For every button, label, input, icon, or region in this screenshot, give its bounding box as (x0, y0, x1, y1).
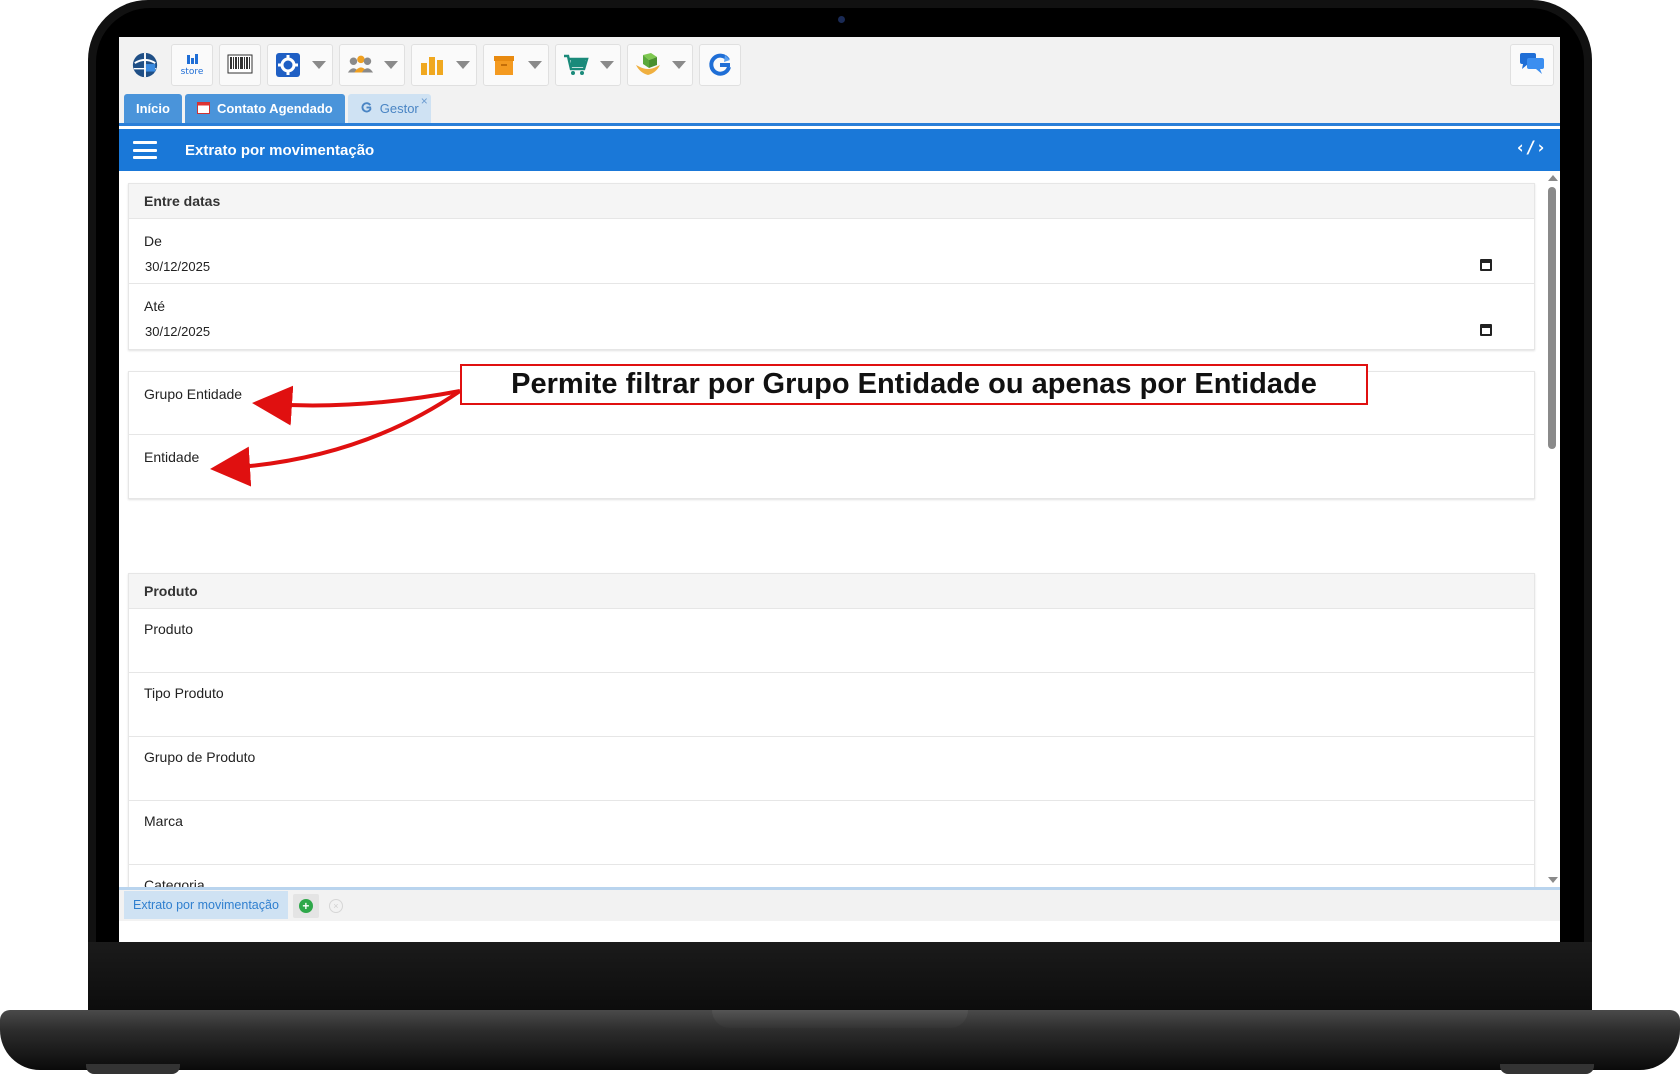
calendar-icon[interactable] (1480, 259, 1492, 271)
product-type-field[interactable]: Tipo Produto (129, 673, 1534, 737)
date-from-value[interactable]: 30/12/2025 (145, 259, 210, 274)
refresh-button[interactable] (699, 44, 741, 86)
chevron-down-icon (528, 61, 542, 69)
brand-label: Marca (144, 813, 183, 829)
add-tab-button[interactable]: + (292, 893, 319, 918)
store-button[interactable]: store (171, 44, 213, 86)
main-toolbar: store (119, 37, 1560, 93)
scrollbar[interactable] (1544, 171, 1560, 887)
calendar-icon (196, 101, 210, 117)
settings-button[interactable] (267, 44, 333, 86)
refresh-icon (706, 51, 734, 79)
page-title: Extrato por movimentação (185, 141, 375, 159)
product-panel: Produto Produto Tipo Produto Grupo de Pr… (128, 573, 1535, 887)
entity-field[interactable]: Entidade (129, 435, 1534, 498)
svg-text:store: store (181, 67, 204, 77)
cart-icon (562, 51, 590, 79)
globe-icon (131, 51, 159, 79)
cart-button[interactable] (555, 44, 621, 86)
box-icon (490, 51, 518, 79)
category-label: Categoria (144, 877, 205, 887)
globe-logo-button[interactable] (125, 44, 165, 86)
bar-chart-icon (418, 51, 446, 79)
date-from-field[interactable]: De 30/12/2025 (129, 219, 1534, 284)
date-to-field[interactable]: Até 30/12/2025 (129, 284, 1534, 349)
date-to-value[interactable]: 30/12/2025 (145, 324, 210, 339)
product-field[interactable]: Produto (129, 609, 1534, 673)
chat-button[interactable] (1510, 44, 1554, 86)
category-field[interactable]: Categoria (129, 865, 1534, 887)
group-entity-label: Grupo Entidade (144, 386, 243, 402)
product-label: Produto (144, 621, 194, 637)
boleto-button[interactable] (219, 44, 261, 86)
product-type-label: Tipo Produto (144, 685, 224, 701)
dates-panel: Entre datas De 30/12/2025 Até 30/12/2025 (128, 183, 1535, 350)
close-all-icon[interactable]: × (328, 898, 343, 913)
close-icon[interactable]: × (421, 94, 428, 108)
code-icon[interactable]: ‹/› (1515, 138, 1546, 158)
camera (838, 16, 845, 23)
date-to-label: Até (144, 298, 166, 314)
inventory-button[interactable] (483, 44, 549, 86)
tab-label: Início (136, 101, 170, 116)
laptop-foot-left (86, 1064, 180, 1074)
bottom-tab-current[interactable]: Extrato por movimentação (124, 890, 288, 919)
scroll-thumb[interactable] (1548, 187, 1556, 449)
filter-form: Entre datas De 30/12/2025 Até 30/12/2025… (119, 171, 1560, 887)
tab-label: Contato Agendado (216, 101, 333, 116)
laptop-notch (712, 1010, 968, 1028)
chevron-down-icon (384, 61, 398, 69)
tab-gestor[interactable]: Gestor × (347, 94, 431, 123)
date-from-label: De (144, 233, 162, 249)
tab-bar: Início Contato Agendado Gestor × (119, 93, 1560, 126)
brand-field[interactable]: Marca (129, 801, 1534, 865)
gear-icon (274, 51, 302, 79)
scroll-down-icon[interactable] (1548, 877, 1558, 883)
reports-button[interactable] (411, 44, 477, 86)
scroll-up-icon[interactable] (1548, 175, 1558, 181)
chevron-down-icon (312, 61, 326, 69)
product-panel-title: Produto (129, 574, 1534, 609)
plus-icon: + (298, 898, 313, 913)
entity-label: Entidade (144, 449, 200, 465)
calendar-icon[interactable] (1480, 324, 1492, 336)
app-screen: store Início Contato Agendado Gestor × E… (119, 37, 1560, 942)
refresh-icon (360, 101, 373, 117)
products-button[interactable] (627, 44, 693, 86)
annotation-callout: Permite filtrar por Grupo Entidade ou ap… (460, 364, 1368, 405)
product-group-label: Grupo de Produto (144, 749, 256, 765)
users-icon (346, 51, 374, 79)
users-button[interactable] (339, 44, 405, 86)
product-group-field[interactable]: Grupo de Produto (129, 737, 1534, 801)
chevron-down-icon (456, 61, 470, 69)
tab-contato-agendado[interactable]: Contato Agendado (184, 94, 345, 123)
bottom-tab-bar: Extrato por movimentação + × (119, 887, 1560, 921)
chevron-down-icon (600, 61, 614, 69)
tab-inicio[interactable]: Início (124, 94, 182, 123)
tab-label: Gestor (379, 101, 419, 116)
hamburger-icon[interactable] (133, 141, 157, 159)
barcode-icon (226, 51, 254, 79)
hand-box-icon (634, 51, 662, 79)
dates-panel-title: Entre datas (129, 184, 1534, 219)
laptop-chin (88, 942, 1592, 1012)
chat-icon (1518, 50, 1546, 81)
page-header: Extrato por movimentação ‹/› (119, 129, 1560, 171)
laptop-foot-right (1500, 1064, 1594, 1074)
chevron-down-icon (672, 61, 686, 69)
store-icon: store (178, 51, 206, 79)
